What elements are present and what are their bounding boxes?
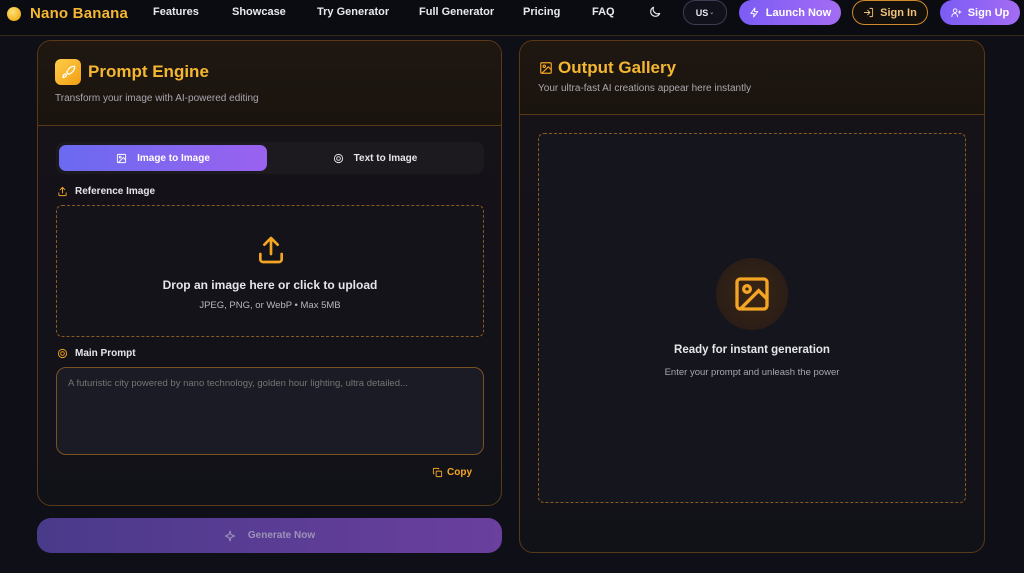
copy-label: Copy: [447, 467, 472, 478]
mode-tabs: Image to Image Text to Image: [56, 142, 484, 174]
target-icon: [57, 348, 68, 359]
generate-now-label: Generate Now: [247, 530, 316, 541]
nav-link-try-generator[interactable]: Try Generator: [317, 6, 389, 18]
image-dropzone[interactable]: Drop an image here or click to upload JP…: [56, 205, 484, 337]
tab-text-to-image[interactable]: Text to Image: [270, 145, 480, 171]
dropzone-subtitle: JPEG, PNG, or WebP • Max 5MB: [199, 300, 341, 311]
brand[interactable]: Nano Banana: [7, 5, 128, 22]
ready-image-icon-wrapper: [716, 258, 788, 330]
output-gallery-title: Output Gallery: [558, 58, 677, 77]
reference-image-label: Reference Image: [75, 186, 156, 197]
upload-icon: [259, 236, 283, 264]
nav-link-full-generator[interactable]: Full Generator: [419, 6, 494, 18]
chevron-down-icon: ⌄: [709, 10, 715, 16]
user-plus-icon: [951, 8, 962, 18]
copy-icon: [432, 467, 443, 478]
sparkle-icon: [224, 530, 235, 541]
nav-link-showcase[interactable]: Showcase: [232, 6, 286, 18]
reference-image-label-row: Reference Image: [57, 186, 155, 197]
nav-link-faq[interactable]: FAQ: [592, 6, 615, 18]
image-icon: [735, 277, 769, 311]
gallery-output-area: Ready for instant generation Enter your …: [538, 133, 966, 503]
tab-image-to-image-label: Image to Image: [137, 152, 210, 164]
brand-name: Nano Banana: [30, 5, 129, 22]
dropzone-title: Drop an image here or click to upload: [162, 278, 378, 292]
generate-now-button[interactable]: Generate Now: [37, 518, 502, 553]
copy-button[interactable]: Copy: [432, 467, 472, 478]
sign-in-button[interactable]: Sign In: [852, 0, 928, 25]
prompt-engine-title: Prompt Engine: [88, 62, 209, 81]
moon-icon[interactable]: [648, 5, 662, 19]
language-value: US: [695, 7, 709, 18]
lightning-icon: [750, 7, 758, 18]
sign-up-label: Sign Up: [967, 6, 1010, 19]
output-gallery-header: Output Gallery Your ultra-fast AI creati…: [520, 41, 984, 115]
sign-in-icon: [864, 7, 874, 18]
launch-now-label: Launch Now: [765, 6, 832, 19]
language-select[interactable]: US ⌄: [683, 0, 727, 25]
image-icon: [540, 62, 552, 74]
rocket-icon: [55, 59, 81, 85]
launch-now-button[interactable]: Launch Now: [739, 0, 841, 25]
main-prompt-label: Main Prompt: [75, 348, 136, 359]
target-icon: [333, 153, 343, 163]
nav-link-features[interactable]: Features: [153, 6, 199, 18]
navbar: Nano Banana Features Showcase Try Genera…: [0, 0, 1024, 36]
output-gallery-panel: Output Gallery Your ultra-fast AI creati…: [519, 40, 985, 553]
nav-link-pricing[interactable]: Pricing: [523, 6, 560, 18]
prompt-engine-header: Prompt Engine Transform your image with …: [38, 41, 501, 126]
logo-dot-icon: [7, 6, 21, 21]
ready-subtitle: Enter your prompt and unleash the power: [664, 367, 840, 378]
upload-small-icon: [58, 186, 67, 197]
sign-up-button[interactable]: Sign Up: [940, 0, 1020, 25]
main-prompt-label-row: Main Prompt: [57, 348, 136, 359]
tab-image-to-image[interactable]: Image to Image: [59, 145, 267, 171]
prompt-engine-subtitle: Transform your image with AI-powered edi…: [55, 93, 259, 104]
tab-text-to-image-label: Text to Image: [353, 152, 418, 164]
prompt-engine-panel: Prompt Engine Transform your image with …: [37, 40, 502, 506]
ready-title: Ready for instant generation: [674, 344, 830, 356]
main-prompt-input[interactable]: [56, 367, 484, 455]
image-icon: [117, 153, 127, 163]
sign-in-label: Sign In: [880, 6, 917, 19]
output-gallery-subtitle: Your ultra-fast AI creations appear here…: [538, 83, 752, 94]
